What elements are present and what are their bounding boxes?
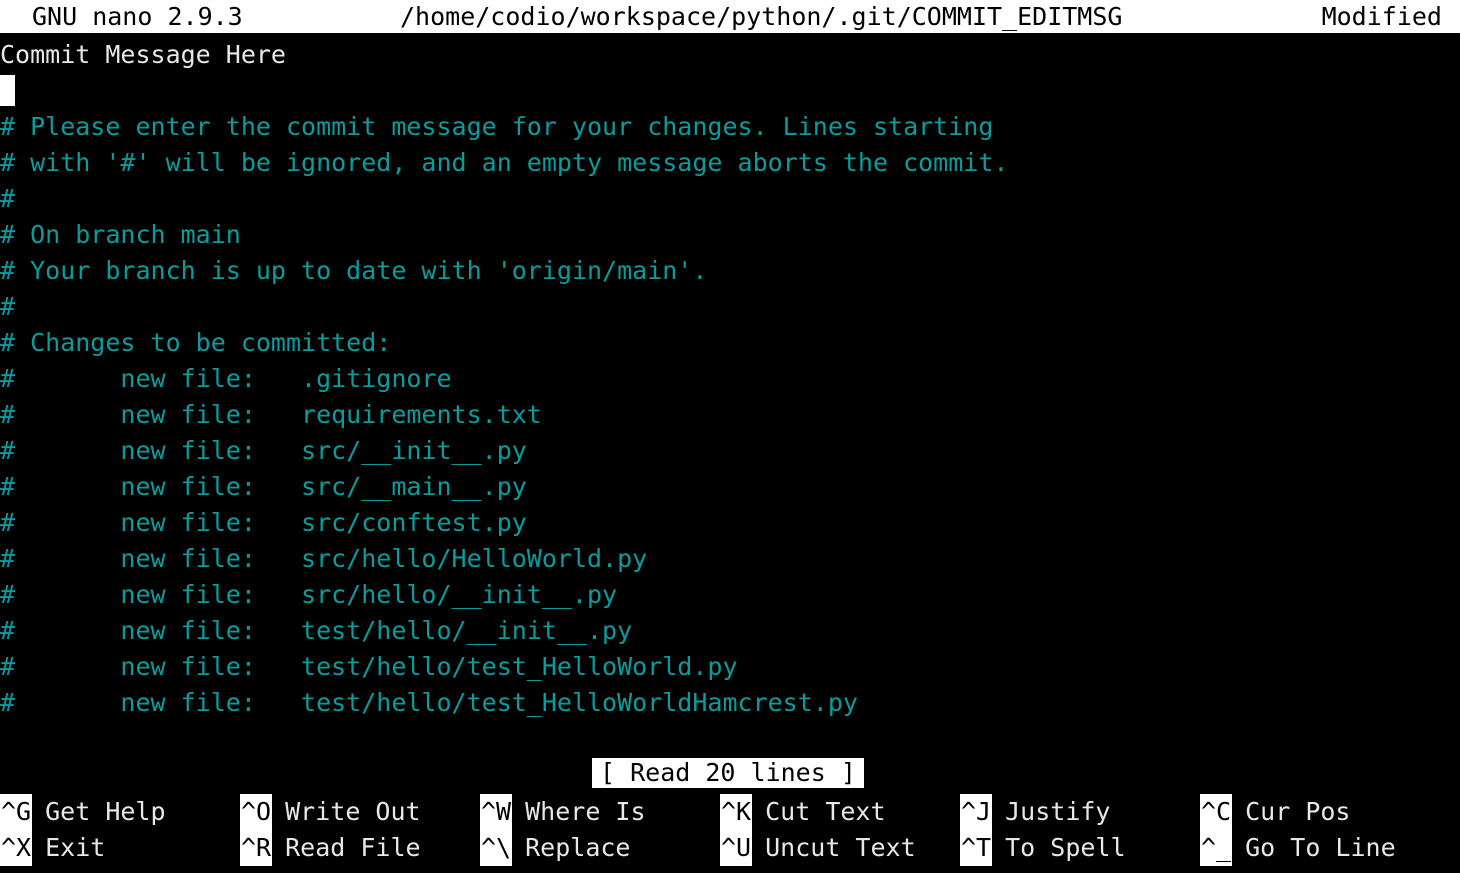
nano-terminal-screen: GNU nano 2.9.3 /home/codio/workspace/pyt… <box>0 0 1460 873</box>
file-path-label: /home/codio/workspace/python/.git/COMMIT… <box>400 2 1123 31</box>
shortcut-replace[interactable]: ^\ Replace <box>480 830 630 866</box>
shortcut-key-combo: ^O <box>240 794 273 830</box>
editor-line: # Your branch is up to date with 'origin… <box>0 256 708 285</box>
shortcut-key-combo: ^X <box>0 830 33 866</box>
shortcut-key-label: To Spell <box>1005 833 1126 862</box>
editor-line: # new file: test/hello/test_HelloWorld.p… <box>0 652 738 681</box>
shortcut-key-label: Cur Pos <box>1245 797 1351 826</box>
editor-line: # <box>0 292 16 321</box>
shortcut-key-bar: ^G Get Help ^X Exit ^O Write Out ^R Read File ^W… <box>0 790 1460 873</box>
text-cursor <box>0 75 15 106</box>
shortcut-key-label: Replace <box>525 833 631 862</box>
editor-line: # new file: src/__main__.py <box>0 472 527 501</box>
editor-line: # new file: src/hello/HelloWorld.py <box>0 544 648 573</box>
editor-line: # new file: test/hello/test_HelloWorldHa… <box>0 688 858 717</box>
shortcut-key-label: Justify <box>1005 797 1111 826</box>
shortcut-key-combo: ^J <box>960 794 993 830</box>
shortcut-key-combo: ^U <box>720 830 753 866</box>
shortcut-key-combo: ^_ <box>1200 830 1233 866</box>
shortcut-key-label: Go To Line <box>1245 833 1396 862</box>
shortcut-key-combo: ^C <box>1200 794 1233 830</box>
shortcut-key-label: Exit <box>45 833 106 862</box>
shortcut-write-out[interactable]: ^O Write Out <box>240 794 421 830</box>
modified-state-label: Modified <box>1321 2 1442 31</box>
shortcut-key-label: Get Help <box>45 797 166 826</box>
shortcut-cur-pos[interactable]: ^C Cur Pos <box>1200 794 1350 830</box>
editor-line: # new file: requirements.txt <box>0 400 542 429</box>
shortcut-key-label: Cut Text <box>765 797 886 826</box>
editor-line: # new file: src/conftest.py <box>0 508 527 537</box>
nano-version-label: GNU nano 2.9.3 <box>32 2 243 31</box>
editor-line: # Changes to be committed: <box>0 328 392 357</box>
editor-line: # with '#' will be ignored, and an empty… <box>0 148 1009 177</box>
shortcut-get-help[interactable]: ^G Get Help <box>0 794 166 830</box>
shortcut-read-file[interactable]: ^R Read File <box>240 830 421 866</box>
editor-line: # new file: src/__init__.py <box>0 436 527 465</box>
editor-text-area[interactable]: Commit Message Here # Please enter the co… <box>0 33 1460 755</box>
shortcut-key-combo: ^K <box>720 794 753 830</box>
shortcut-key-combo: ^W <box>480 794 513 830</box>
editor-line: # new file: .gitignore <box>0 364 452 393</box>
editor-line: # new file: test/hello/__init__.py <box>0 616 633 645</box>
editor-line: # <box>0 184 16 213</box>
shortcut-key-label: Uncut Text <box>765 833 916 862</box>
shortcut-key-label: Where Is <box>525 797 646 826</box>
title-bar: GNU nano 2.9.3 /home/codio/workspace/pyt… <box>0 0 1460 33</box>
shortcut-go-to-line[interactable]: ^_ Go To Line <box>1200 830 1396 866</box>
status-message: [ Read 20 lines ] <box>592 758 864 788</box>
shortcut-justify[interactable]: ^J Justify <box>960 794 1110 830</box>
shortcut-key-label: Read File <box>285 833 421 862</box>
status-bar: [ Read 20 lines ] <box>0 755 1460 790</box>
shortcut-key-label: Write Out <box>285 797 421 826</box>
editor-line: # Please enter the commit message for yo… <box>0 112 994 141</box>
shortcut-where-is[interactable]: ^W Where Is <box>480 794 646 830</box>
editor-line: # On branch main <box>0 220 241 249</box>
editor-line: Commit Message Here <box>0 40 286 69</box>
shortcut-key-combo: ^R <box>240 830 273 866</box>
shortcut-uncut-text[interactable]: ^U Uncut Text <box>720 830 916 866</box>
shortcut-cut-text[interactable]: ^K Cut Text <box>720 794 886 830</box>
shortcut-to-spell[interactable]: ^T To Spell <box>960 830 1126 866</box>
shortcut-key-combo: ^\ <box>480 830 513 866</box>
shortcut-exit[interactable]: ^X Exit <box>0 830 105 866</box>
editor-line: # new file: src/hello/__init__.py <box>0 580 618 609</box>
shortcut-key-combo: ^G <box>0 794 33 830</box>
shortcut-key-combo: ^T <box>960 830 993 866</box>
